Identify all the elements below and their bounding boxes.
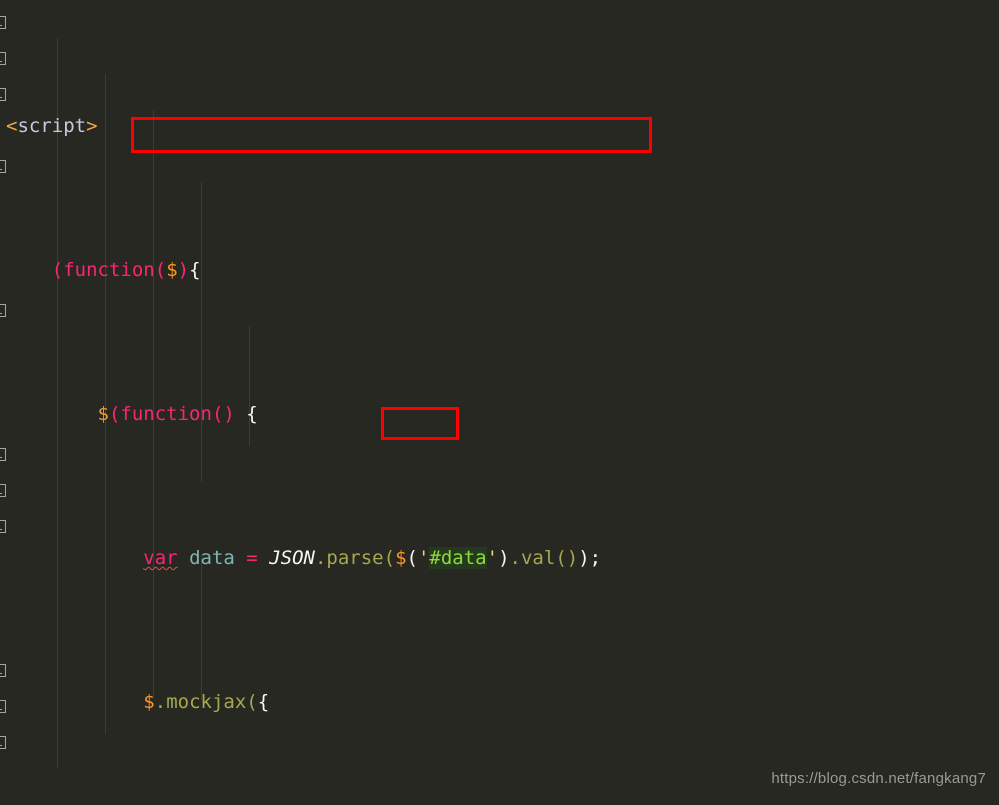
token-var-kw: var bbox=[143, 547, 178, 569]
token-gt: > bbox=[86, 115, 98, 137]
fold-marker-icon[interactable] bbox=[0, 520, 6, 533]
token-quote: ' bbox=[417, 547, 430, 569]
code-line[interactable]: <script> bbox=[0, 108, 999, 144]
fold-marker-icon[interactable] bbox=[0, 664, 6, 677]
token-brace-open: { bbox=[189, 259, 201, 281]
token-paren-open: ( bbox=[211, 403, 224, 425]
token-paren-open: ( bbox=[51, 259, 64, 281]
token-brace-open: { bbox=[246, 403, 258, 425]
token-paren-close: ) bbox=[578, 547, 590, 569]
code-line[interactable]: $.mockjax({ bbox=[0, 684, 999, 720]
fold-marker-icon[interactable] bbox=[0, 88, 6, 101]
fold-marker-icon[interactable] bbox=[0, 484, 6, 497]
fold-marker-icon[interactable] bbox=[0, 52, 6, 65]
token-function-kw: function bbox=[120, 403, 212, 425]
token-hash-data-selected: #data bbox=[429, 547, 487, 569]
fold-marker-icon[interactable] bbox=[0, 448, 6, 461]
token-paren-open: ( bbox=[246, 691, 258, 713]
fold-marker-icon[interactable] bbox=[0, 160, 6, 173]
token-paren-close: ) bbox=[223, 403, 235, 425]
token-paren-close: ) bbox=[566, 547, 579, 569]
token-dot: . bbox=[314, 547, 327, 569]
token-json-class: JSON bbox=[269, 547, 315, 569]
token-paren-open: ( bbox=[108, 403, 121, 425]
token-dollar: $ bbox=[143, 691, 155, 713]
editor-gutter[interactable] bbox=[0, 0, 18, 805]
code-line[interactable]: $(function() { bbox=[0, 396, 999, 432]
token-parse-fn: parse bbox=[326, 547, 384, 569]
watermark-text: https://blog.csdn.net/fangkang7 bbox=[771, 770, 986, 787]
token-function-kw: function bbox=[63, 259, 155, 281]
token-paren-open: ( bbox=[406, 547, 418, 569]
code-line[interactable]: (function($){ bbox=[0, 252, 999, 288]
token-brace-open: { bbox=[257, 691, 270, 713]
token-semicolon: ; bbox=[589, 547, 602, 569]
code-line-var-data[interactable]: var data = JSON.parse($('#data').val()); bbox=[0, 540, 999, 576]
token-quote: ' bbox=[486, 547, 499, 569]
code-editor-view[interactable]: <script> (function($){ $(function() { va… bbox=[0, 0, 999, 805]
token-paren-close: ) bbox=[498, 547, 510, 569]
token-script-name: script bbox=[17, 115, 87, 137]
fold-marker-icon[interactable] bbox=[0, 16, 6, 29]
token-assign: = bbox=[246, 547, 258, 569]
token-mockjax-fn: mockjax bbox=[166, 691, 247, 713]
fold-marker-icon[interactable] bbox=[0, 736, 6, 749]
fold-marker-icon[interactable] bbox=[0, 700, 6, 713]
token-ident-data: data bbox=[189, 547, 235, 569]
token-paren-close: ) bbox=[177, 259, 190, 281]
token-paren-open: ( bbox=[383, 547, 396, 569]
token-val-fn: val bbox=[520, 547, 556, 569]
token-paren-open: ( bbox=[154, 259, 167, 281]
token-dollar: $ bbox=[97, 403, 109, 425]
token-paren-open: ( bbox=[555, 547, 567, 569]
token-dollar: $ bbox=[395, 547, 407, 569]
token-dot: . bbox=[154, 691, 167, 713]
code-content[interactable]: <script> (function($){ $(function() { va… bbox=[0, 0, 999, 805]
token-dot: . bbox=[509, 547, 521, 569]
fold-marker-icon[interactable] bbox=[0, 304, 6, 317]
token-dollar: $ bbox=[166, 259, 178, 281]
